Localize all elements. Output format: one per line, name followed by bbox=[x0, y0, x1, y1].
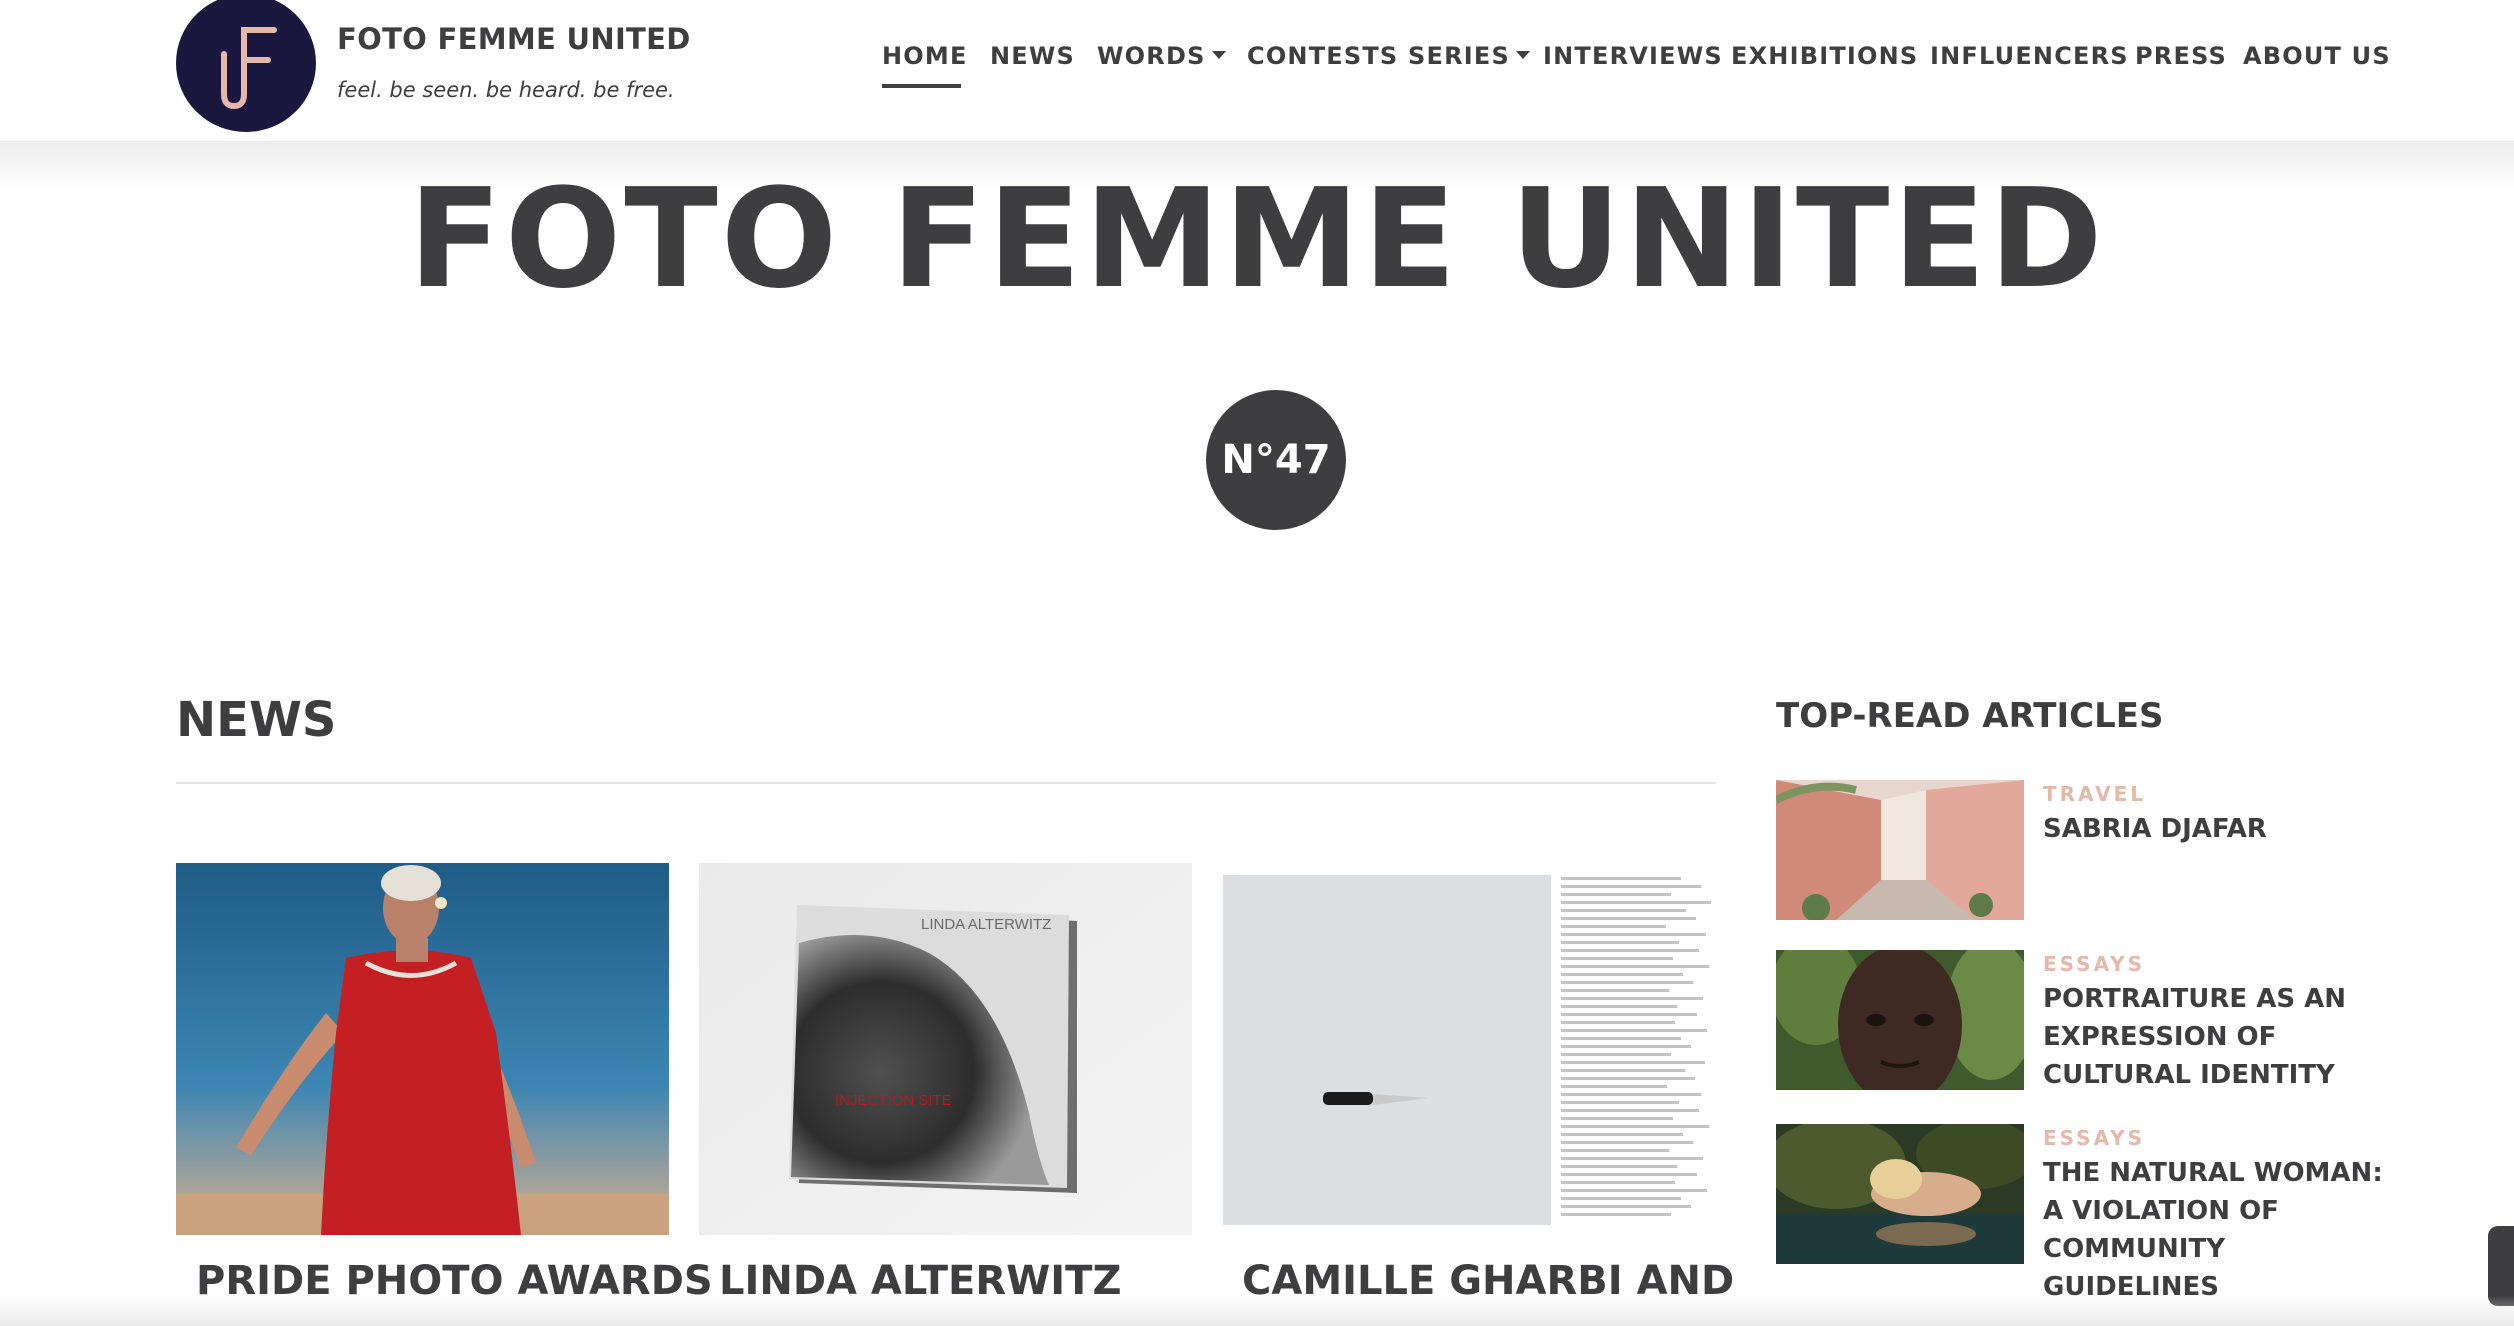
photo-book-cover: LINDA ALTERWITZ INJECTION SITE bbox=[699, 863, 1192, 1235]
caret-down-icon bbox=[1211, 51, 1226, 59]
top-read-heading: TOP-READ ARTICLES bbox=[1776, 696, 2164, 736]
nav-contests-label: CONTESTS bbox=[1247, 42, 1399, 70]
book-author-text: LINDA ALTERWITZ bbox=[921, 916, 1051, 933]
hero-title: FOTO FEMME UNITED bbox=[408, 160, 2106, 319]
nav-series-label: SERIES bbox=[1408, 42, 1510, 70]
nav-press[interactable]: PRESS bbox=[2135, 40, 2227, 72]
photo-knife-and-list bbox=[1223, 863, 1716, 1235]
photo-pink-alley bbox=[1776, 780, 2024, 920]
book-title-text: INJECTION SITE bbox=[835, 1092, 952, 1109]
nav-exhibitions-label: EXHIBITIONS bbox=[1731, 42, 1919, 70]
news-divider bbox=[176, 782, 1716, 784]
photo-elderly-woman-portrait bbox=[1776, 950, 2024, 1090]
nav-contests[interactable]: CONTESTS bbox=[1247, 40, 1398, 72]
nav-interviews[interactable]: INTERVIEWS bbox=[1543, 40, 1723, 72]
site-header: FOTO FEMME UNITED feel. be seen. be hear… bbox=[0, 0, 2514, 141]
caret-down-icon bbox=[1515, 51, 1530, 59]
article-category[interactable]: TRAVEL bbox=[2043, 782, 2146, 806]
nav-influencers-label: INFLUENCERS bbox=[1930, 42, 2129, 70]
main-nav: HOME NEWS WORDS CONTESTS SERIES INTERVIE… bbox=[0, 40, 2514, 100]
nav-active-indicator bbox=[882, 84, 961, 88]
photo-woman-red-dress bbox=[176, 863, 669, 1235]
news-card-image-gharbi[interactable] bbox=[1223, 863, 1716, 1235]
news-heading: NEWS bbox=[176, 692, 337, 748]
side-scroll-tab[interactable] bbox=[2488, 1226, 2514, 1306]
nav-home[interactable]: HOME bbox=[882, 40, 968, 72]
nav-about-us[interactable]: ABOUT US bbox=[2243, 40, 2391, 72]
article-title-djafar[interactable]: SABRIA DJAFAR bbox=[2043, 810, 2403, 848]
article-title-portraiture[interactable]: PORTRAITURE AS AN EXPRESSION OF CULTURAL… bbox=[2043, 980, 2403, 1094]
news-card-image-alterwitz[interactable]: LINDA ALTERWITZ INJECTION SITE bbox=[699, 863, 1192, 1235]
news-card-image-pride[interactable] bbox=[176, 863, 669, 1235]
article-category[interactable]: ESSAYS bbox=[2043, 1126, 2145, 1150]
nav-news-label: NEWS bbox=[990, 42, 1076, 70]
article-thumb-djafar[interactable] bbox=[1776, 780, 2024, 920]
article-thumb-portraiture[interactable] bbox=[1776, 950, 2024, 1090]
nav-news[interactable]: NEWS bbox=[990, 40, 1075, 72]
nav-interviews-label: INTERVIEWS bbox=[1543, 42, 1723, 70]
nav-words[interactable]: WORDS bbox=[1097, 40, 1226, 72]
nav-home-label: HOME bbox=[882, 42, 968, 70]
article-thumb-natural-woman[interactable] bbox=[1776, 1124, 2024, 1264]
bottom-fade bbox=[0, 1296, 2514, 1326]
article-category[interactable]: ESSAYS bbox=[2043, 952, 2145, 976]
nav-influencers[interactable]: INFLUENCERS bbox=[1930, 40, 2129, 72]
nav-words-label: WORDS bbox=[1097, 42, 1206, 70]
nav-series[interactable]: SERIES bbox=[1408, 40, 1530, 72]
nav-about-us-label: ABOUT US bbox=[2243, 42, 2391, 70]
nav-exhibitions[interactable]: EXHIBITIONS bbox=[1731, 40, 1918, 72]
nav-press-label: PRESS bbox=[2135, 42, 2227, 70]
article-title-natural-woman[interactable]: THE NATURAL WOMAN: A VIOLATION OF COMMUN… bbox=[2043, 1154, 2403, 1306]
issue-badge: N°47 bbox=[1206, 390, 1346, 530]
photo-woman-in-water bbox=[1776, 1124, 2024, 1264]
